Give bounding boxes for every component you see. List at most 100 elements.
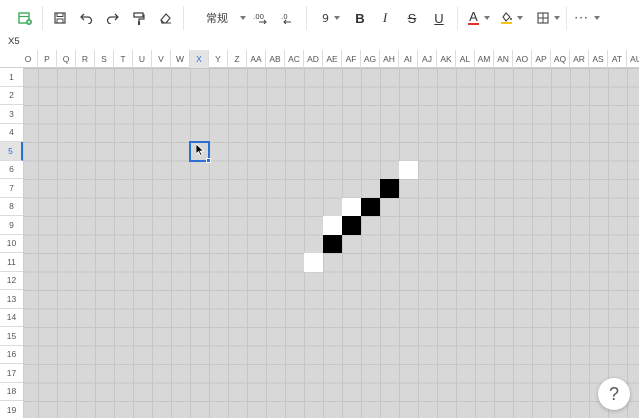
- filled-cell-ae9[interactable]: [323, 216, 342, 235]
- row-header-17[interactable]: 17: [0, 364, 23, 383]
- increase-decimal-icon[interactable]: .0: [278, 8, 296, 28]
- row-header: 1 2 3 4 5 6 7 8 9 10 11 12 13 14 15 16 17 18 19: [0, 68, 24, 418]
- fill-color-button[interactable]: [499, 8, 525, 28]
- row-header-10[interactable]: 10: [0, 235, 23, 253]
- borders-icon: [536, 12, 549, 24]
- column-header-aa[interactable]: AA: [247, 50, 266, 68]
- more-button[interactable]: ···: [574, 8, 600, 28]
- column-header-al[interactable]: AL: [456, 50, 475, 68]
- column-header-at[interactable]: AT: [608, 50, 627, 68]
- italic-button[interactable]: I: [377, 8, 393, 28]
- fill-handle[interactable]: [206, 157, 211, 163]
- toolbar: 常规 .00 .0 9 B I S U A ···: [0, 0, 639, 36]
- font-size-select[interactable]: 9: [318, 8, 344, 28]
- redo-icon[interactable]: [104, 8, 120, 28]
- underline-button[interactable]: U: [431, 8, 447, 28]
- font-color-swatch: [468, 23, 479, 25]
- row-header-8[interactable]: 8: [0, 198, 23, 216]
- row-header-5[interactable]: 5: [0, 142, 23, 161]
- fill-bucket-icon: [501, 12, 512, 24]
- filled-cell-ai6[interactable]: [399, 160, 418, 179]
- svg-text:.00: .00: [253, 13, 264, 21]
- row-header-16[interactable]: 16: [0, 346, 23, 364]
- column-header-ad[interactable]: AD: [304, 50, 323, 68]
- row-header-14[interactable]: 14: [0, 309, 23, 327]
- column-header-au[interactable]: AU: [627, 50, 639, 68]
- filled-cell-ad11[interactable]: [304, 253, 323, 272]
- chevron-down-icon: [240, 16, 246, 20]
- column-header-af[interactable]: AF: [342, 50, 361, 68]
- row-header-18[interactable]: 18: [0, 383, 23, 401]
- name-box-row: X5: [0, 36, 639, 50]
- chevron-down-icon: [517, 16, 523, 20]
- chevron-down-icon: [553, 16, 560, 20]
- column-header-an[interactable]: AN: [494, 50, 513, 68]
- row-header-19[interactable]: 19: [0, 401, 23, 418]
- row-header-4[interactable]: 4: [0, 124, 23, 142]
- number-format-select[interactable]: 常规: [204, 8, 248, 28]
- column-header-q[interactable]: Q: [57, 50, 76, 68]
- column-header-aq[interactable]: AQ: [551, 50, 570, 68]
- row-header-7[interactable]: 7: [0, 179, 23, 198]
- row-header-11[interactable]: 11: [0, 253, 23, 272]
- column-header-w[interactable]: W: [171, 50, 190, 68]
- save-icon[interactable]: [52, 8, 68, 28]
- mouse-pointer-icon: [196, 144, 204, 156]
- column-header-ae[interactable]: AE: [323, 50, 342, 68]
- filled-cell-ah7[interactable]: [380, 179, 399, 198]
- font-color-button[interactable]: A: [466, 8, 492, 28]
- column-header-x[interactable]: X: [190, 50, 209, 68]
- row-header-6[interactable]: 6: [0, 161, 23, 179]
- column-header-ag[interactable]: AG: [361, 50, 380, 68]
- column-header-o[interactable]: O: [19, 50, 38, 68]
- eraser-icon[interactable]: [157, 8, 173, 28]
- chevron-down-icon: [593, 16, 600, 20]
- bold-button[interactable]: B: [352, 8, 368, 28]
- filled-cell-ag8[interactable]: [361, 197, 380, 216]
- row-header-12[interactable]: 12: [0, 272, 23, 290]
- column-header-aj[interactable]: AJ: [418, 50, 437, 68]
- row-header-13[interactable]: 13: [0, 290, 23, 309]
- row-header-2[interactable]: 2: [0, 87, 23, 105]
- filled-cell-ae10[interactable]: [323, 234, 342, 253]
- name-box[interactable]: X5: [8, 36, 20, 48]
- spreadsheet-grid[interactable]: O P Q R S T U V W X Y Z AA AB AC AD AE AF AG AH AI AJ AK AL AM AN…: [0, 50, 639, 418]
- column-header-v[interactable]: V: [152, 50, 171, 68]
- filled-cell-af8[interactable]: [342, 197, 361, 216]
- column-header-ap[interactable]: AP: [532, 50, 551, 68]
- column-header-y[interactable]: Y: [209, 50, 228, 68]
- column-header-z[interactable]: Z: [228, 50, 247, 68]
- number-format-label: 常规: [206, 12, 228, 25]
- help-button[interactable]: ?: [598, 378, 630, 410]
- svg-text:.0: .0: [281, 13, 288, 21]
- filled-cell-af9[interactable]: [342, 216, 361, 235]
- row-header-1[interactable]: 1: [0, 68, 23, 87]
- column-header-t[interactable]: T: [114, 50, 133, 68]
- column-header-u[interactable]: U: [133, 50, 152, 68]
- row-header-9[interactable]: 9: [0, 216, 23, 235]
- column-header-am[interactable]: AM: [475, 50, 494, 68]
- more-icon: ···: [574, 11, 589, 25]
- column-header-ai[interactable]: AI: [399, 50, 418, 68]
- column-header-ah[interactable]: AH: [380, 50, 399, 68]
- column-header-ab[interactable]: AB: [266, 50, 285, 68]
- strikethrough-button[interactable]: S: [404, 8, 420, 28]
- column-header-as[interactable]: AS: [589, 50, 608, 68]
- column-header-r[interactable]: R: [76, 50, 95, 68]
- column-header-ak[interactable]: AK: [437, 50, 456, 68]
- chevron-down-icon: [334, 16, 340, 20]
- column-header-s[interactable]: S: [95, 50, 114, 68]
- borders-button[interactable]: [535, 8, 561, 28]
- column-header-ar[interactable]: AR: [570, 50, 589, 68]
- column-header-p[interactable]: P: [38, 50, 57, 68]
- format-painter-icon[interactable]: [131, 8, 147, 28]
- undo-icon[interactable]: [78, 8, 94, 28]
- add-sheet-icon[interactable]: [16, 8, 34, 28]
- row-header-15[interactable]: 15: [0, 327, 23, 346]
- column-header-ac[interactable]: AC: [285, 50, 304, 68]
- font-size-value: 9: [322, 11, 329, 25]
- column-header-ao[interactable]: AO: [513, 50, 532, 68]
- decrease-decimal-icon[interactable]: .00: [252, 8, 270, 28]
- cell-area[interactable]: [24, 68, 639, 418]
- row-header-3[interactable]: 3: [0, 105, 23, 124]
